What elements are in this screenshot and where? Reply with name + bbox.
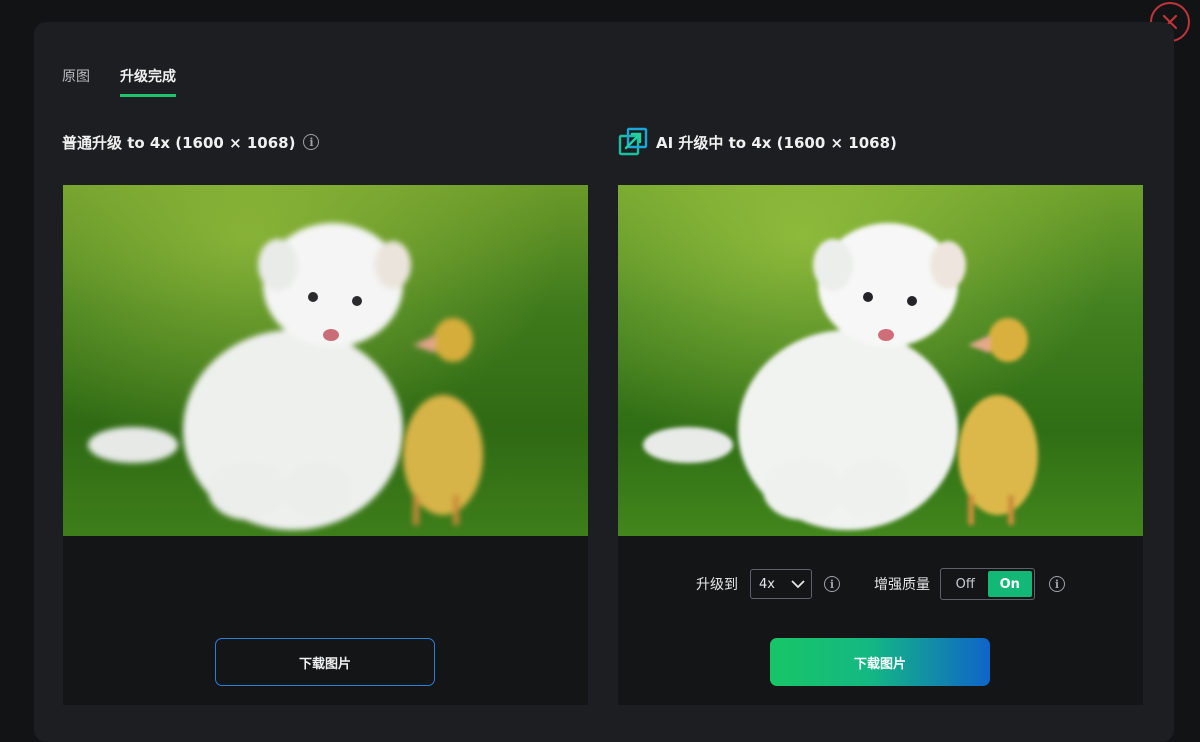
enhance-info-icon[interactable]: i [1049, 576, 1065, 592]
enhance-quality-toggle[interactable]: Off On [940, 568, 1035, 600]
upscale-to-label: 升级到 [696, 577, 738, 593]
download-button-ai[interactable]: 下载图片 [770, 638, 990, 686]
chevron-down-icon [791, 580, 805, 589]
toggle-on-option[interactable]: On [987, 571, 1032, 597]
right-panel-title: AI 升级中 to 4x (1600 × 1068) [618, 127, 897, 156]
upscale-controls: 升级到 4x i 增强质量 Off On i [618, 568, 1143, 600]
upscale-factor-value: 4x [759, 576, 775, 592]
ai-upscale-image [618, 185, 1143, 536]
info-icon[interactable]: i [303, 134, 320, 150]
right-panel-title-text: AI 升级中 to 4x (1600 × 1068) [656, 133, 897, 152]
ai-upscale-icon [618, 127, 648, 156]
download-button-standard[interactable]: 下载图片 [215, 638, 435, 686]
left-panel-title-text: 普通升级 to 4x (1600 × 1068) [62, 133, 296, 152]
upscale-factor-select[interactable]: 4x [750, 569, 812, 599]
standard-upscale-image [63, 185, 588, 536]
toggle-off-option[interactable]: Off [943, 571, 988, 597]
tab-upscaled[interactable]: 升级完成 [120, 66, 176, 97]
enhance-quality-label: 增强质量 [874, 577, 930, 593]
upscale-info-icon[interactable]: i [824, 576, 840, 592]
left-panel-title: 普通升级 to 4x (1600 × 1068) i [62, 130, 320, 154]
tab-bar: 原图 升级完成 [62, 66, 176, 97]
left-panel: 下载图片 [63, 185, 588, 705]
right-panel: 升级到 4x i 增强质量 Off On i 下载图片 [618, 185, 1143, 705]
tab-original[interactable]: 原图 [62, 66, 90, 97]
